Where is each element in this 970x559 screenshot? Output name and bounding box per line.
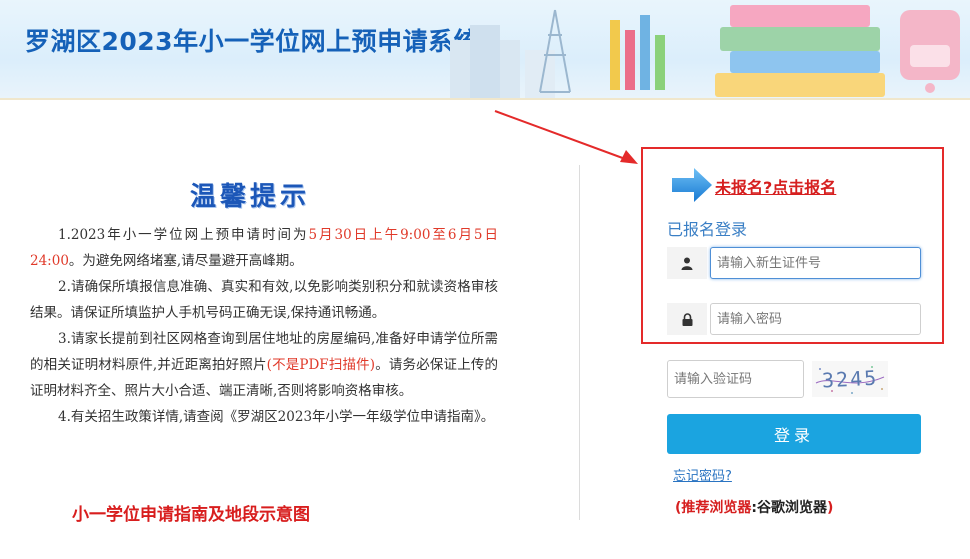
header-illustration bbox=[450, 5, 960, 100]
page-title: 罗湖区2023年小一学位网上预申请系统 bbox=[25, 27, 480, 56]
notice-item-2: 2.请确保所填报信息准确、真实和有效,以免影响类别积分和就读资格审核结果。请保证… bbox=[30, 279, 498, 321]
login-heading: 已报名登录 bbox=[667, 220, 748, 239]
id-number-row bbox=[667, 247, 921, 279]
pencils-illustration bbox=[610, 15, 665, 90]
id-number-input[interactable] bbox=[710, 247, 921, 279]
city-skyline-illustration bbox=[450, 25, 555, 100]
guide-link[interactable]: 小一学位申请指南及地段示意图 bbox=[72, 500, 310, 525]
user-icon bbox=[667, 247, 707, 279]
register-link[interactable]: 未报名?点击报名 bbox=[715, 174, 836, 198]
password-input[interactable] bbox=[710, 303, 921, 335]
captcha-input[interactable] bbox=[667, 360, 804, 398]
forgot-password-link[interactable]: 忘记密码? bbox=[673, 465, 732, 484]
notice-title: 温馨提示 bbox=[190, 182, 311, 212]
browser-recommendation: (推荐浏览器:谷歌浏览器) bbox=[675, 500, 834, 516]
books-illustration bbox=[715, 5, 885, 97]
login-button[interactable]: 登录 bbox=[667, 414, 921, 454]
notice-scan-highlight: (不是PDF扫描件) bbox=[266, 357, 376, 373]
section-divider bbox=[579, 165, 580, 520]
lock-icon bbox=[667, 303, 707, 335]
captcha-text: 3245 bbox=[821, 366, 878, 393]
notice-item-3: 3.请家长提前到社区网格查询到居住地址的房屋编码,准备好申请学位所需的相关证明材… bbox=[30, 331, 499, 399]
annotation-arrow-icon bbox=[494, 110, 638, 164]
arrow-right-icon bbox=[672, 168, 712, 202]
captcha-image[interactable]: 3245 bbox=[812, 361, 888, 397]
school-bag-illustration bbox=[900, 10, 960, 93]
header-banner: 罗湖区2023年小一学位网上预申请系统 bbox=[0, 0, 970, 100]
password-row bbox=[667, 303, 921, 335]
notice-item-1: 1.2023年小一学位网上预申请时间为5月30日上午9:00至6月5日24:00… bbox=[30, 227, 498, 269]
header-divider bbox=[0, 98, 970, 100]
notice-body: 1.2023年小一学位网上预申请时间为5月30日上午9:00至6月5日24:00… bbox=[30, 222, 498, 430]
notice-item-4: 4.有关招生政策详情,请查阅《罗湖区2023年小学一年级学位申请指南》。 bbox=[58, 409, 495, 425]
